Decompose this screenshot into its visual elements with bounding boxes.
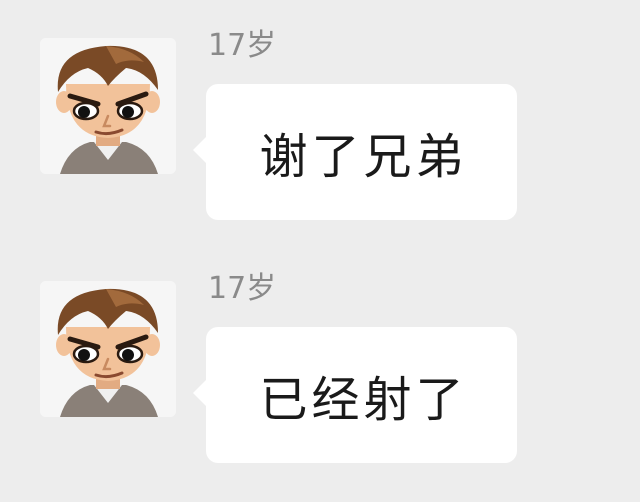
chat-message: 17岁 已经射了 bbox=[0, 243, 640, 473]
avatar[interactable] bbox=[40, 281, 176, 417]
sender-name: 17岁 bbox=[208, 271, 277, 306]
message-bubble[interactable]: 谢了兄弟 bbox=[193, 84, 517, 220]
avatar[interactable] bbox=[40, 38, 176, 174]
message-text: 已经射了 bbox=[259, 372, 468, 428]
message-bubble[interactable]: 已经射了 bbox=[193, 327, 517, 463]
cartoon-boy-avatar-icon bbox=[40, 38, 176, 174]
cartoon-boy-avatar-icon bbox=[40, 281, 176, 417]
sender-name: 17岁 bbox=[208, 28, 277, 63]
chat-message: 17岁 谢了兄弟 bbox=[0, 0, 640, 230]
chat-message-list: 17岁 谢了兄弟 17岁 已经射了 bbox=[0, 0, 640, 502]
message-text: 谢了兄弟 bbox=[259, 129, 468, 185]
